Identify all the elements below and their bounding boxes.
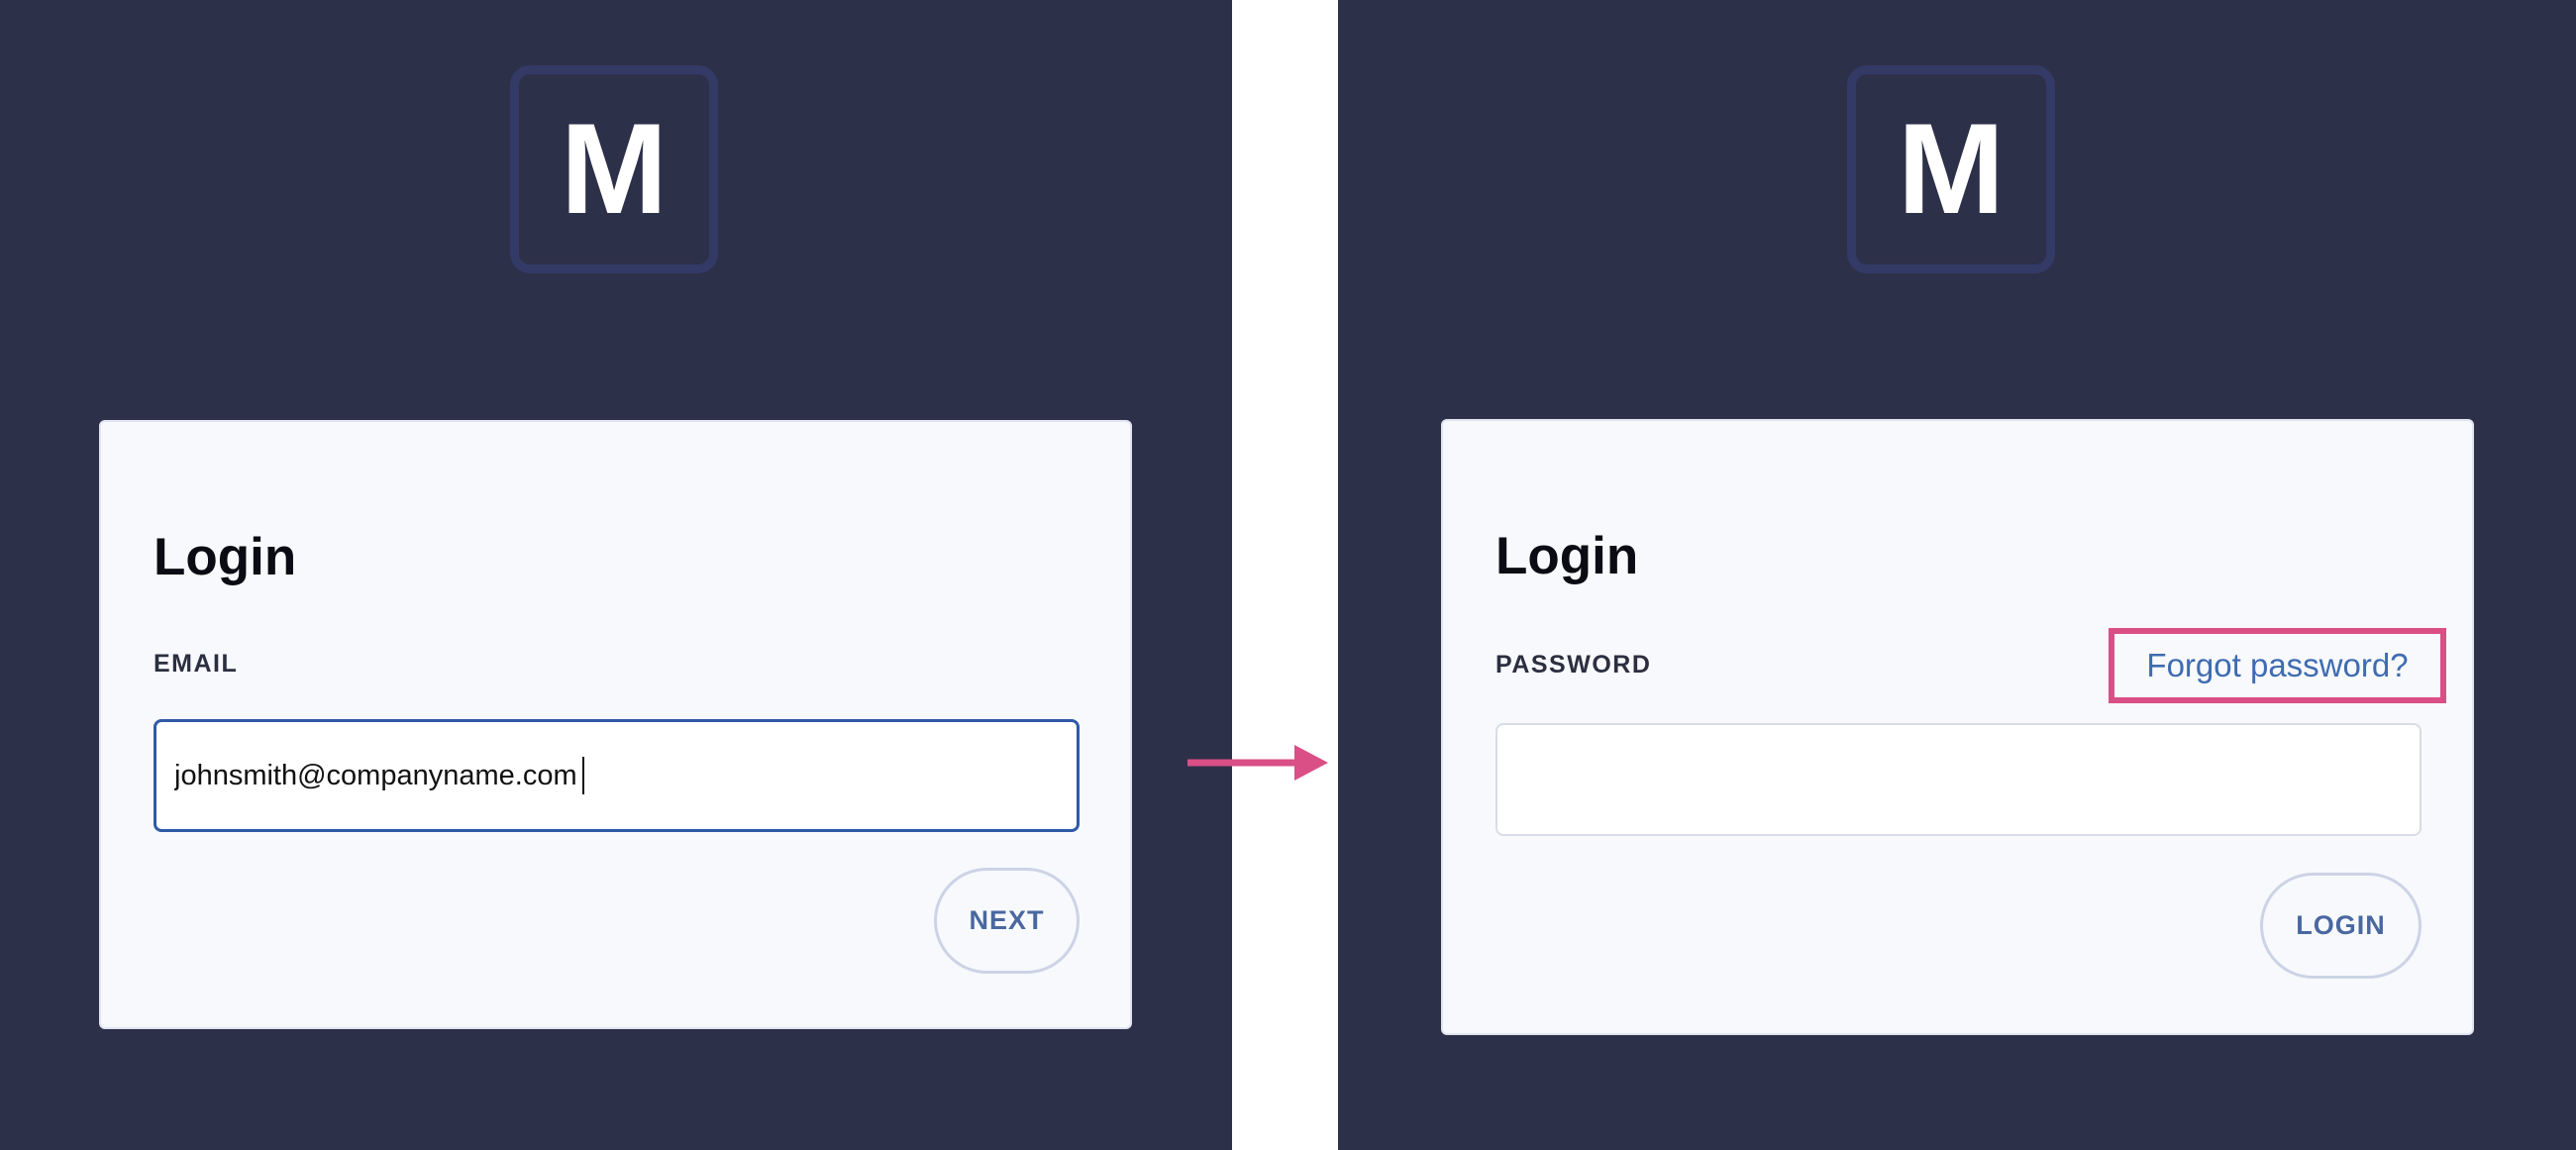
forgot-password-link[interactable]: Forgot password? [2109, 628, 2446, 703]
text-cursor [582, 757, 584, 794]
m-logo-icon: M [510, 65, 718, 273]
email-label: EMAIL [154, 650, 239, 678]
password-step-screen: M Login PASSWORD Forgot password? LOGIN [1338, 0, 2576, 1150]
email-step-screen: M Login EMAIL NEXT [0, 0, 1232, 1150]
logo-letter: M [561, 96, 668, 241]
password-input[interactable] [1495, 723, 2421, 836]
login-button[interactable]: LOGIN [2260, 873, 2421, 979]
logo-letter: M [1898, 96, 2005, 241]
next-button[interactable]: NEXT [934, 868, 1080, 974]
login-card: Login EMAIL NEXT [99, 420, 1132, 1029]
login-title: Login [1495, 527, 1639, 585]
login-card: Login PASSWORD Forgot password? LOGIN [1441, 419, 2474, 1035]
arrow-right-icon [1187, 745, 1328, 781]
login-title: Login [154, 528, 297, 586]
m-logo-icon: M [1847, 65, 2055, 273]
password-label: PASSWORD [1495, 651, 1652, 679]
email-input[interactable] [154, 719, 1080, 832]
